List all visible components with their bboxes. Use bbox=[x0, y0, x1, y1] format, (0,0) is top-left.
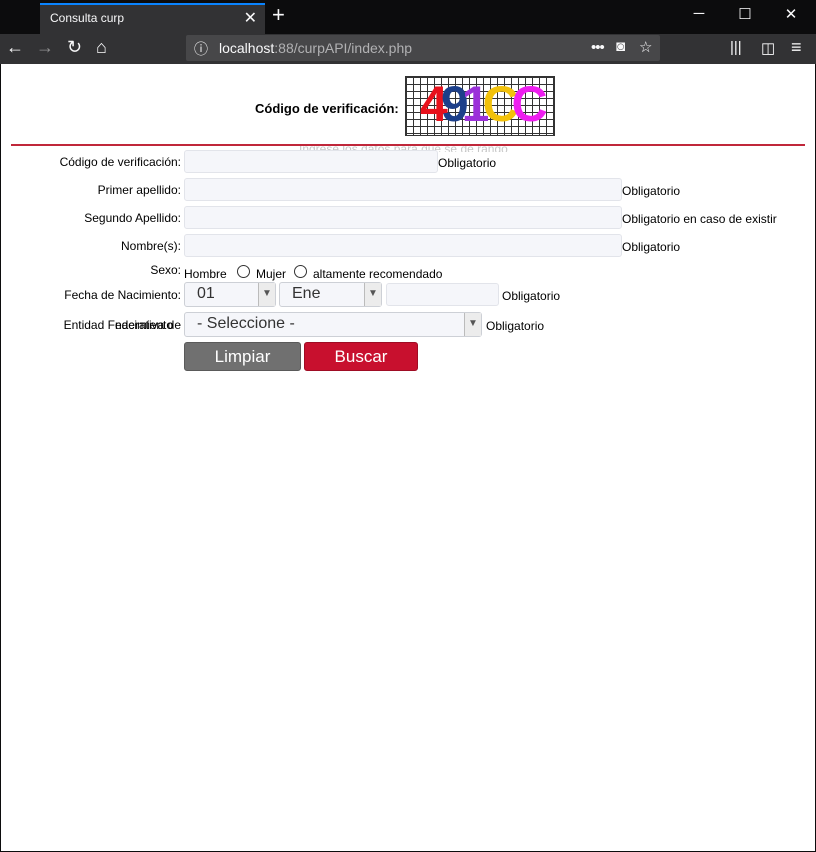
pocket-icon[interactable]: ◙ bbox=[616, 38, 625, 55]
mes-select[interactable]: Ene ▼ bbox=[279, 282, 382, 307]
hombre-label: Hombre bbox=[184, 267, 227, 281]
entidad-select[interactable]: - Seleccione - ▼ bbox=[184, 312, 482, 337]
segundo-apellido-note: Obligatorio en caso de existir bbox=[622, 212, 777, 226]
limpiar-button[interactable]: Limpiar bbox=[184, 342, 301, 371]
tab-bar: Consulta curp ✕ + ─ ☐ ✕ bbox=[0, 0, 816, 34]
captcha-char: C bbox=[482, 76, 518, 132]
url-path: :88/curpAPI/index.php bbox=[274, 40, 413, 56]
tab-title: Consulta curp bbox=[50, 11, 125, 25]
nombres-label: Nombre(s): bbox=[120, 239, 181, 253]
maximize-icon[interactable]: ☐ bbox=[722, 5, 768, 23]
forward-icon[interactable]: → bbox=[36, 37, 54, 58]
chevron-down-icon: ▼ bbox=[258, 283, 275, 306]
entidad-note: Obligatorio bbox=[486, 319, 545, 333]
home-icon[interactable]: ⌂ bbox=[96, 37, 107, 58]
page-content: Código de verificación: 491CC Ingrese lo… bbox=[1, 64, 815, 851]
close-window-icon[interactable]: ✕ bbox=[768, 5, 814, 23]
bookmark-star-icon[interactable]: ☆ bbox=[639, 38, 652, 56]
hombre-radio[interactable] bbox=[237, 265, 250, 278]
site-info-icon[interactable]: ⓘ bbox=[194, 39, 208, 59]
buscar-button[interactable]: Buscar bbox=[304, 342, 418, 371]
segundo-apellido-label: Segundo Apellido: bbox=[84, 211, 181, 225]
captcha-char: 1 bbox=[461, 76, 490, 132]
codigo-label: Código de verificación: bbox=[59, 155, 181, 169]
primer-apellido-label: Primer apellido: bbox=[97, 183, 181, 197]
library-icon[interactable]: ||| bbox=[730, 39, 742, 56]
url-bar[interactable]: ⓘ localhost:88/curpAPI/index.php ••• ◙ ☆ bbox=[186, 35, 660, 61]
codigo-note: Obligatorio bbox=[438, 156, 497, 170]
captcha-char: 4 bbox=[420, 76, 448, 132]
url-text: localhost:88/curpAPI/index.php bbox=[219, 40, 412, 56]
anio-input[interactable] bbox=[386, 283, 499, 306]
mes-value: Ene bbox=[292, 285, 321, 302]
chevron-down-icon: ▼ bbox=[464, 313, 481, 336]
dia-value: 01 bbox=[197, 285, 215, 302]
sexo-note: altamente recomendado bbox=[313, 267, 443, 281]
minimize-icon[interactable]: ─ bbox=[676, 5, 722, 22]
menu-icon[interactable]: ≡ bbox=[791, 37, 802, 58]
chevron-down-icon: ▼ bbox=[364, 283, 381, 306]
captcha-char: C bbox=[511, 76, 548, 132]
fecha-label: Fecha de Nacimiento: bbox=[64, 288, 181, 302]
entidad-value: - Seleccione - bbox=[197, 315, 295, 332]
primer-apellido-input[interactable] bbox=[184, 178, 622, 201]
back-icon[interactable]: ← bbox=[6, 37, 24, 58]
url-host: localhost bbox=[219, 40, 275, 56]
entidad-label-overlap: nacimiento bbox=[115, 318, 174, 332]
fecha-note: Obligatorio bbox=[502, 289, 561, 303]
tab-consulta-curp[interactable]: Consulta curp ✕ bbox=[40, 3, 265, 34]
nombres-note: Obligatorio bbox=[622, 240, 681, 254]
reload-icon[interactable]: ↻ bbox=[67, 37, 82, 58]
captcha-characters: 491CC bbox=[420, 76, 548, 132]
header-divider bbox=[11, 144, 805, 146]
dia-select[interactable]: 01 ▼ bbox=[184, 282, 276, 307]
segundo-apellido-input[interactable] bbox=[184, 206, 622, 229]
captcha-label: Código de verificación: bbox=[255, 101, 399, 116]
mujer-label: Mujer bbox=[256, 267, 287, 281]
page-actions-icon[interactable]: ••• bbox=[591, 39, 605, 56]
codigo-input[interactable] bbox=[184, 150, 438, 173]
sexo-label: Sexo: bbox=[150, 263, 181, 277]
new-tab-icon[interactable]: + bbox=[272, 3, 285, 27]
primer-apellido-note: Obligatorio bbox=[622, 184, 681, 198]
captcha-image: 491CC bbox=[405, 76, 555, 136]
tab-close-icon[interactable]: ✕ bbox=[244, 8, 257, 28]
sidebar-icon[interactable]: ◫ bbox=[761, 39, 775, 57]
captcha-char: 9 bbox=[440, 76, 469, 132]
nombres-input[interactable] bbox=[184, 234, 622, 257]
mujer-radio[interactable] bbox=[294, 265, 307, 278]
